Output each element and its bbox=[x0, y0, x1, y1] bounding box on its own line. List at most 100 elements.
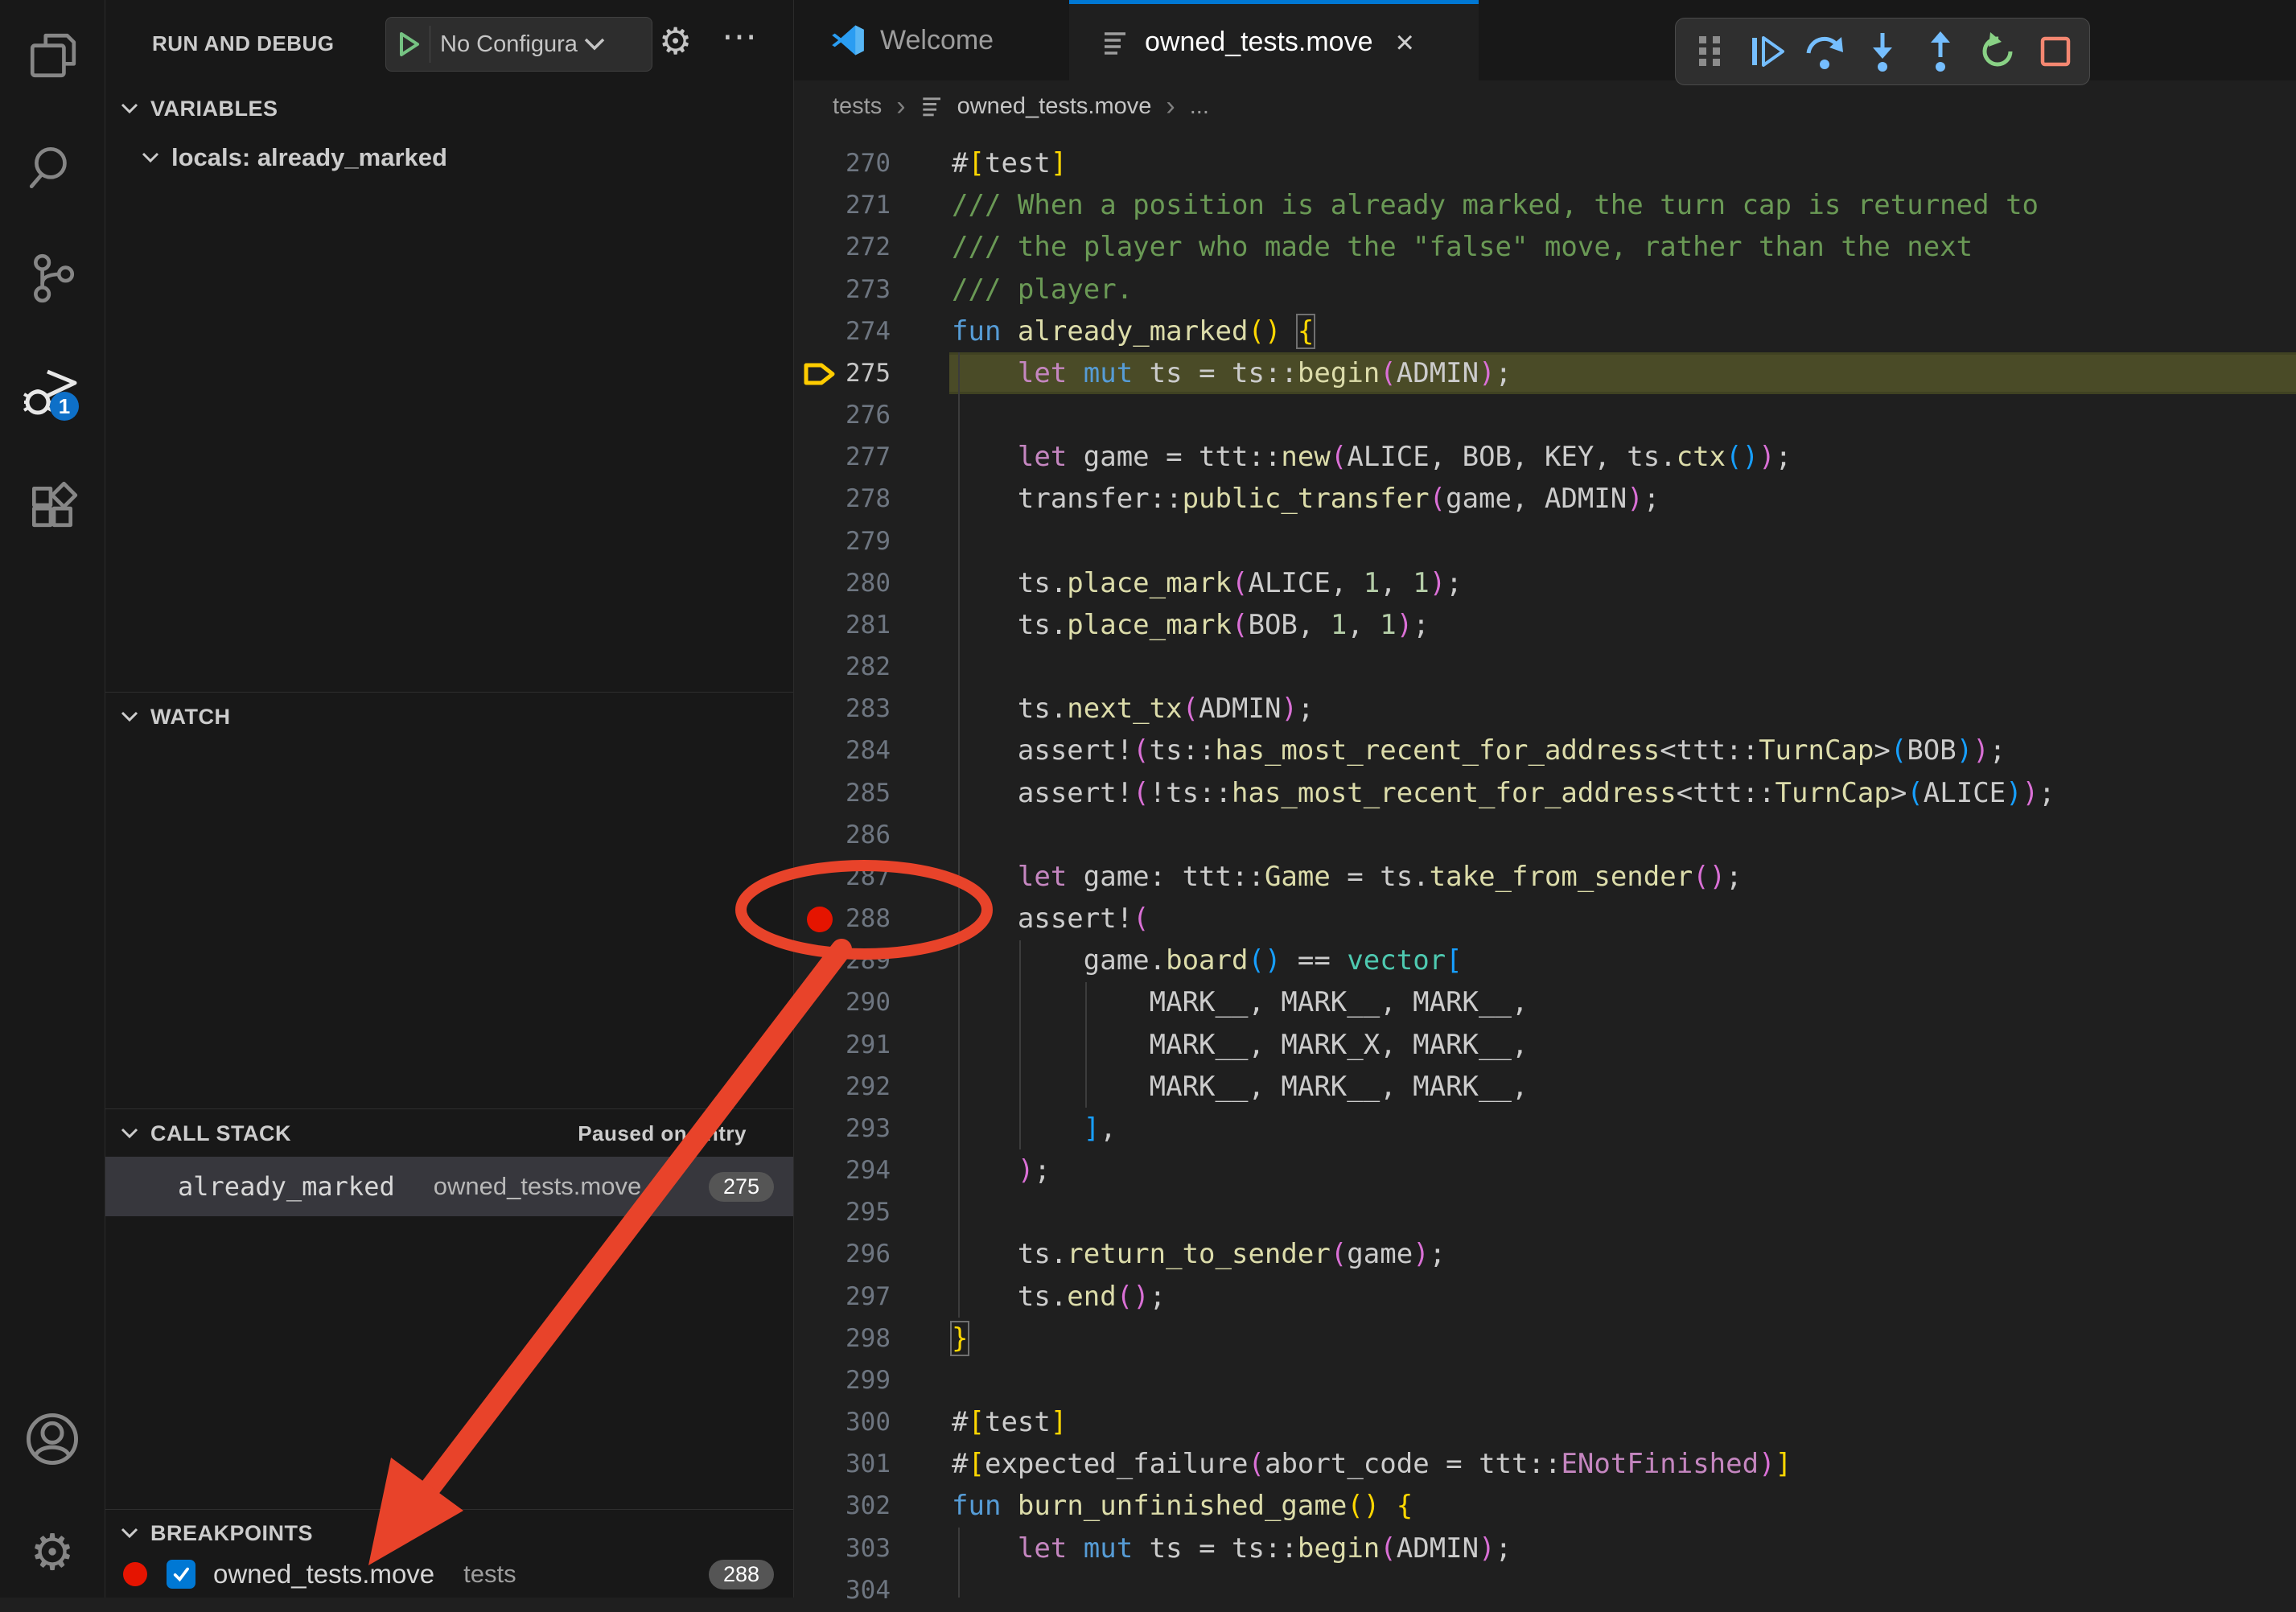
line-number[interactable]: 303 bbox=[826, 1528, 891, 1570]
line-number[interactable]: 274 bbox=[826, 310, 891, 353]
code-editor[interactable]: 270#[test]271/// When a position is alre… bbox=[794, 0, 2296, 1598]
call-stack-section-header[interactable]: CALL STACK Paused on entry bbox=[120, 1115, 779, 1152]
line-number[interactable]: 304 bbox=[826, 1569, 891, 1612]
debug-config-dropdown[interactable]: No Configura bbox=[385, 17, 652, 72]
account-icon[interactable] bbox=[13, 1400, 92, 1478]
line-number[interactable]: 300 bbox=[826, 1401, 891, 1444]
breakpoints-section-header[interactable]: BREAKPOINTS bbox=[120, 1515, 313, 1552]
line-number[interactable]: 296 bbox=[826, 1233, 891, 1276]
line-text: } bbox=[952, 1318, 968, 1360]
code-line-274[interactable]: 274 fun already_marked() { bbox=[794, 310, 2296, 353]
line-number[interactable]: 277 bbox=[826, 436, 891, 479]
line-number[interactable]: 293 bbox=[826, 1108, 891, 1150]
code-line-298[interactable]: 298} bbox=[794, 1318, 2296, 1360]
more-actions-icon[interactable]: ⋯ bbox=[722, 16, 759, 57]
start-debug-icon[interactable] bbox=[397, 31, 422, 58]
source-control-icon[interactable] bbox=[13, 239, 92, 318]
section-divider bbox=[105, 1108, 793, 1109]
locals-tree-item[interactable]: locals: already_marked bbox=[141, 143, 447, 172]
code-line-290[interactable]: 290 MARK__, MARK__, MARK__, bbox=[794, 981, 2296, 1024]
line-number[interactable]: 279 bbox=[826, 520, 891, 563]
line-number[interactable]: 278 bbox=[826, 478, 891, 520]
code-line-288[interactable]: 288 assert!( bbox=[794, 898, 2296, 940]
line-number[interactable]: 295 bbox=[826, 1191, 891, 1234]
line-number[interactable]: 299 bbox=[826, 1359, 891, 1402]
line-number[interactable]: 301 bbox=[826, 1443, 891, 1486]
line-number[interactable]: 298 bbox=[826, 1318, 891, 1360]
code-line-302[interactable]: 302 fun burn_unfinished_game() { bbox=[794, 1485, 2296, 1528]
code-line-300[interactable]: 300#[test] bbox=[794, 1401, 2296, 1444]
code-line-295[interactable]: 295 bbox=[794, 1191, 2296, 1234]
code-line-291[interactable]: 291 MARK__, MARK_X, MARK__, bbox=[794, 1024, 2296, 1067]
line-number[interactable]: 281 bbox=[826, 604, 891, 647]
code-line-282[interactable]: 282 bbox=[794, 646, 2296, 689]
line-text: ts.end(); bbox=[952, 1276, 1166, 1318]
breakpoint-checkbox[interactable] bbox=[167, 1560, 195, 1589]
code-line-278[interactable]: 278 transfer::public_transfer(game, ADMI… bbox=[794, 478, 2296, 520]
line-number[interactable]: 280 bbox=[826, 562, 891, 605]
code-line-281[interactable]: 281 ts.place_mark(BOB, 1, 1); bbox=[794, 604, 2296, 647]
extensions-icon[interactable] bbox=[13, 466, 92, 545]
line-number[interactable]: 290 bbox=[826, 981, 891, 1024]
code-line-304[interactable]: 304 bbox=[794, 1569, 2296, 1612]
line-number[interactable]: 276 bbox=[826, 394, 891, 437]
code-line-283[interactable]: 283 ts.next_tx(ADMIN); bbox=[794, 688, 2296, 730]
line-number[interactable]: 297 bbox=[826, 1276, 891, 1318]
line-number[interactable]: 270 bbox=[826, 142, 891, 185]
line-number[interactable]: 294 bbox=[826, 1149, 891, 1192]
line-number[interactable]: 288 bbox=[826, 898, 891, 940]
debug-settings-gear-icon[interactable]: ⚙ bbox=[659, 23, 692, 60]
line-number[interactable]: 289 bbox=[826, 940, 891, 982]
line-text: assert!( bbox=[952, 898, 1150, 940]
run-and-debug-sidebar: RUN AND DEBUG No Configura ⚙ ⋯ VARIABLES… bbox=[105, 0, 794, 1598]
code-line-280[interactable]: 280 ts.place_mark(ALICE, 1, 1); bbox=[794, 562, 2296, 605]
line-number[interactable]: 272 bbox=[826, 226, 891, 269]
code-line-287[interactable]: 287 let game: ttt::Game = ts.take_from_s… bbox=[794, 856, 2296, 899]
line-number[interactable]: 273 bbox=[826, 269, 891, 311]
code-line-270[interactable]: 270#[test] bbox=[794, 142, 2296, 185]
code-line-297[interactable]: 297 ts.end(); bbox=[794, 1276, 2296, 1318]
line-number[interactable]: 286 bbox=[826, 814, 891, 857]
line-text: ); bbox=[952, 1149, 1051, 1192]
line-number[interactable]: 282 bbox=[826, 646, 891, 689]
code-line-277[interactable]: 277 let game = ttt::new(ALICE, BOB, KEY,… bbox=[794, 436, 2296, 479]
call-stack-frame-row[interactable]: already_marked owned_tests.move 275 bbox=[105, 1157, 793, 1216]
line-number[interactable]: 285 bbox=[826, 772, 891, 815]
search-icon[interactable] bbox=[13, 129, 92, 208]
line-number[interactable]: 287 bbox=[826, 856, 891, 899]
code-line-286[interactable]: 286 bbox=[794, 814, 2296, 857]
code-line-292[interactable]: 292 MARK__, MARK__, MARK__, bbox=[794, 1066, 2296, 1108]
code-line-294[interactable]: 294 ); bbox=[794, 1149, 2296, 1192]
line-text: fun burn_unfinished_game() { bbox=[952, 1485, 1413, 1528]
watch-section-header[interactable]: WATCH bbox=[120, 698, 230, 735]
run-and-debug-icon[interactable]: 1 bbox=[13, 353, 92, 432]
code-line-272[interactable]: 272/// the player who made the "false" m… bbox=[794, 226, 2296, 269]
code-line-275[interactable]: 275 let mut ts = ts::begin(ADMIN); bbox=[794, 352, 2296, 395]
code-line-273[interactable]: 273/// player. bbox=[794, 269, 2296, 311]
code-line-296[interactable]: 296 ts.return_to_sender(game); bbox=[794, 1233, 2296, 1276]
breakpoint-list-row[interactable]: owned_tests.move tests 288 bbox=[105, 1551, 793, 1598]
line-number[interactable]: 275 bbox=[826, 352, 891, 395]
code-line-301[interactable]: 301#[expected_failure(abort_code = ttt::… bbox=[794, 1443, 2296, 1486]
code-line-289[interactable]: 289 game.board() == vector[ bbox=[794, 940, 2296, 982]
line-number[interactable]: 302 bbox=[826, 1485, 891, 1528]
line-number[interactable]: 284 bbox=[826, 730, 891, 772]
line-number[interactable]: 271 bbox=[826, 184, 891, 227]
code-line-299[interactable]: 299 bbox=[794, 1359, 2296, 1402]
line-number[interactable]: 292 bbox=[826, 1066, 891, 1108]
line-text: ts.place_mark(BOB, 1, 1); bbox=[952, 604, 1430, 647]
code-line-276[interactable]: 276 bbox=[794, 394, 2296, 437]
variables-section-header[interactable]: VARIABLES bbox=[120, 90, 278, 127]
line-number[interactable]: 291 bbox=[826, 1024, 891, 1067]
line-number[interactable]: 283 bbox=[826, 688, 891, 730]
explorer-icon[interactable] bbox=[13, 16, 92, 95]
settings-gear-icon[interactable]: ⚙ bbox=[13, 1512, 92, 1591]
line-text: fun already_marked() { bbox=[952, 310, 1314, 353]
code-line-284[interactable]: 284 assert!(ts::has_most_recent_for_addr… bbox=[794, 730, 2296, 772]
code-line-279[interactable]: 279 bbox=[794, 520, 2296, 563]
code-line-293[interactable]: 293 ], bbox=[794, 1108, 2296, 1150]
code-line-303[interactable]: 303 let mut ts = ts::begin(ADMIN); bbox=[794, 1528, 2296, 1570]
breakpoint-dir: tests bbox=[463, 1560, 516, 1589]
code-line-271[interactable]: 271/// When a position is already marked… bbox=[794, 184, 2296, 227]
code-line-285[interactable]: 285 assert!(!ts::has_most_recent_for_add… bbox=[794, 772, 2296, 815]
